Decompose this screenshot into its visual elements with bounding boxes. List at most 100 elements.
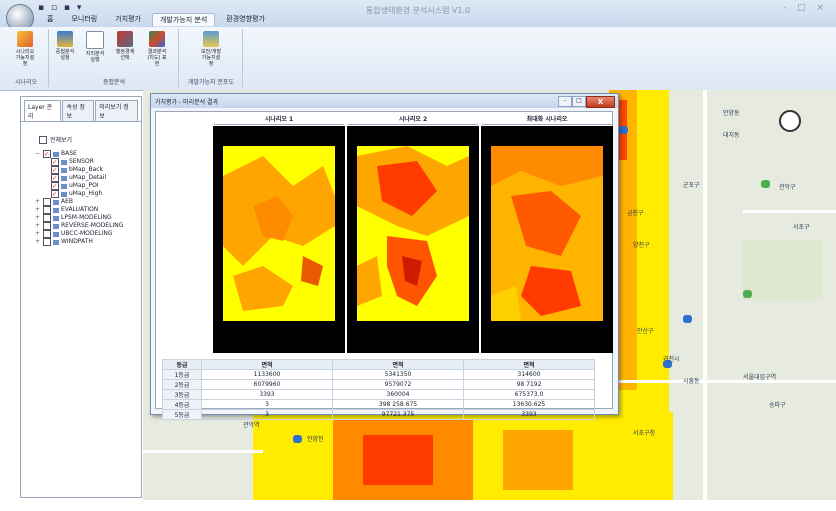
layer-checkbox[interactable] <box>43 206 51 214</box>
layer-tree-item[interactable]: + LPSM-MODELING <box>35 214 141 222</box>
layer-tree-item[interactable]: ✓ bMap_Back <box>35 166 141 174</box>
tab-layer[interactable]: Layer 관리 <box>24 100 62 121</box>
ribbon-tab-environment-assessment[interactable]: 환경영향평가 <box>219 13 272 26</box>
map-poi-icon[interactable] <box>761 180 770 188</box>
layer-tree-item[interactable]: ✓ SENSOR <box>35 158 141 166</box>
layer-checkbox[interactable]: ✓ <box>51 174 59 182</box>
panel-tabs: Layer 관리 속성 정보 미리보기 정보 <box>21 97 141 122</box>
result-map-button[interactable]: 결과분석(지도) 표현 <box>146 31 168 67</box>
layer-label: uMap_Detail <box>69 174 107 182</box>
area-table: 등급 면적 면적 면적 1등급 1133600 5341350 314600 2등급 60… <box>162 359 595 420</box>
layer-checkbox[interactable] <box>43 198 51 206</box>
layer-tree-item[interactable]: + WINDPATH <box>35 238 141 246</box>
layer-tree-item[interactable]: ✓ uMap_POI <box>35 182 141 190</box>
expand-icon[interactable]: + <box>35 238 41 245</box>
tab-attributes[interactable]: 속성 정보 <box>62 100 95 121</box>
header-area-1: 면적 <box>201 359 333 370</box>
map-road <box>743 210 836 213</box>
map-label: 안양천 <box>307 436 324 443</box>
layer-checkbox[interactable]: ✓ <box>51 190 59 198</box>
layer-tree-item[interactable]: ✓ uMap_Detail <box>35 174 141 182</box>
layer-checkbox[interactable]: ✓ <box>43 150 51 158</box>
layer-tree-item[interactable]: + EVALUATION <box>35 206 141 214</box>
layer-icon <box>53 151 59 157</box>
expand-icon[interactable]: + <box>35 222 41 229</box>
ribbon: 시나리오 가능지설정 시나리오 중첩분석 설정 지리분석 실행 행정경계 선택 … <box>0 27 836 91</box>
layer-tree-item[interactable]: + UBCC-MODELING <box>35 230 141 238</box>
map-label: 군포구 <box>683 182 700 189</box>
area-cell: 5341350 <box>332 369 464 380</box>
area-cell: 3393 <box>463 409 595 420</box>
header-grade: 등급 <box>162 359 202 370</box>
boundary-select-button[interactable]: 행정경계 선택 <box>114 31 136 61</box>
show-all-checkbox[interactable] <box>39 135 47 144</box>
expand-icon[interactable]: + <box>35 198 41 205</box>
map-label: 안산구 <box>637 328 654 335</box>
layer-icon <box>53 215 59 221</box>
scenario-max-raster <box>491 146 603 321</box>
scenario-icon <box>17 31 33 47</box>
map-label: 과천시 <box>663 356 680 363</box>
layer-checkbox[interactable] <box>43 238 51 246</box>
expand-icon[interactable]: + <box>35 230 41 237</box>
layer-icon <box>61 175 67 181</box>
tab-preview[interactable]: 미리보기 정보 <box>95 100 139 121</box>
dialog-title-bar[interactable]: 가치평가 - 미리분석 결과 ‐ □ X <box>151 94 618 108</box>
layer-tree-item[interactable]: + REVERSE-MODELING <box>35 222 141 230</box>
ribbon-tab-valuation[interactable]: 가치평가 <box>108 13 148 26</box>
layer-icon <box>61 159 67 165</box>
expand-icon[interactable]: + <box>35 214 41 221</box>
table-row: 5등급 3 97721.375 3393 <box>162 409 595 420</box>
scenario-setting-button[interactable]: 시나리오 가능지설정 <box>14 31 36 67</box>
maximize-button[interactable]: □ <box>572 96 586 107</box>
layer-checkbox[interactable] <box>43 230 51 238</box>
map-park <box>743 240 823 300</box>
map-label: 서울대입구역 <box>743 374 777 381</box>
area-cell: 13630.625 <box>463 399 595 410</box>
layer-checkbox[interactable]: ✓ <box>51 166 59 174</box>
ribbon-tab-development-analysis[interactable]: 개발가능지 분석 <box>151 13 216 26</box>
area-cell: 9579072 <box>332 379 464 390</box>
layer-tree-item[interactable]: ✓ uMap_High <box>35 190 141 198</box>
scenario-1-map <box>213 126 345 353</box>
grade-cell: 5등급 <box>162 409 202 420</box>
ribbon-tab-home[interactable]: 홈 <box>40 13 60 26</box>
layer-label: uMap_High <box>69 190 103 198</box>
area-table-body: 1등급 1133600 5341350 314600 2등급 6079960 9579072… <box>162 369 595 420</box>
map-label: 서초구 <box>793 224 810 231</box>
map-poi-icon[interactable] <box>619 126 628 134</box>
layer-tree-item[interactable]: + AEB <box>35 198 141 206</box>
expand-icon[interactable]: − <box>35 150 41 157</box>
chart-icon <box>203 31 219 47</box>
show-all-toggle[interactable]: 전체보기 <box>39 135 141 144</box>
ribbon-group-distribution: 보전/개발 가능지설정 개발가능지 분포도 <box>180 29 243 87</box>
layer-checkbox[interactable]: ✓ <box>51 182 59 190</box>
map-poi-icon[interactable] <box>743 290 752 298</box>
layer-label: WINDPATH <box>61 238 93 246</box>
map-label: 서초구청 <box>633 430 656 437</box>
overlay-setting-button[interactable]: 중첩분석 설정 <box>54 31 76 61</box>
layer-tree: − ✓ BASE ✓ SENSOR ✓ bMap_Back ✓ uMap_Detail ✓ uMap… <box>35 150 141 246</box>
layer-icon <box>53 239 59 245</box>
layer-label: AEB <box>61 198 74 206</box>
minimize-button[interactable]: ‐ <box>558 96 572 107</box>
conservation-setting-button[interactable]: 보전/개발 가능지설정 <box>200 31 222 67</box>
title-bar: ▪ ▫ ▪ ▾ 통합생태환경 분석시스템 V1.0 ‐ □ × 홈 모니터링 가… <box>0 0 836 32</box>
layer-tree-item[interactable]: − ✓ BASE <box>35 150 141 158</box>
close-button[interactable]: X <box>586 96 615 108</box>
layer-label: UBCC-MODELING <box>61 230 113 238</box>
window-controls[interactable]: ‐ □ × <box>783 3 828 13</box>
expand-icon[interactable]: + <box>35 206 41 213</box>
layer-checkbox[interactable]: ✓ <box>51 158 59 166</box>
layer-label: SENSOR <box>69 158 94 166</box>
ribbon-tab-monitoring[interactable]: 모니터링 <box>64 13 104 26</box>
layer-icon <box>53 231 59 237</box>
layer-label: REVERSE-MODELING <box>61 222 124 230</box>
layer-checkbox[interactable] <box>43 222 51 230</box>
compass-icon[interactable] <box>779 110 801 132</box>
document-icon <box>86 31 104 49</box>
map-poi-icon[interactable] <box>293 435 302 443</box>
layer-checkbox[interactable] <box>43 214 51 222</box>
run-analysis-button[interactable]: 지리분석 실행 <box>84 31 106 63</box>
map-poi-icon[interactable] <box>683 315 692 323</box>
